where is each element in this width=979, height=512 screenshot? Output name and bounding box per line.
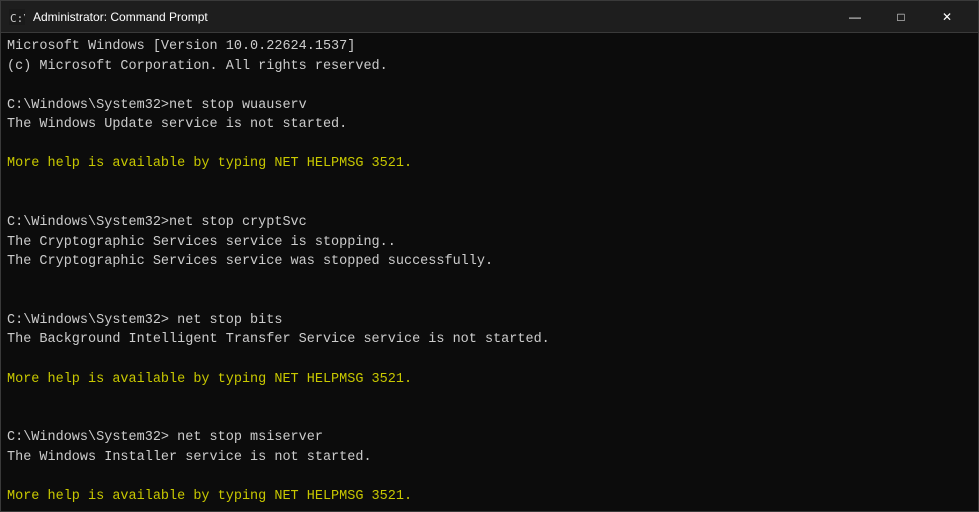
terminal-line: The Cryptographic Services service is st… (7, 233, 972, 253)
terminal-line: The Background Intelligent Transfer Serv… (7, 330, 972, 350)
close-button[interactable]: ✕ (924, 1, 970, 33)
empty-line (7, 272, 972, 292)
empty-line (7, 135, 972, 155)
terminal-line: More help is available by typing NET HEL… (7, 370, 972, 390)
empty-line (7, 409, 972, 429)
window-controls: — □ ✕ (832, 1, 970, 33)
terminal-line: The Windows Installer service is not sta… (7, 448, 972, 468)
terminal-line: C:\Windows\System32>net stop wuauserv (7, 96, 972, 116)
maximize-button[interactable]: □ (878, 1, 924, 33)
minimize-button[interactable]: — (832, 1, 878, 33)
terminal-body[interactable]: Microsoft Windows [Version 10.0.22624.15… (1, 33, 978, 511)
empty-line (7, 389, 972, 409)
svg-text:C:\: C:\ (10, 12, 25, 25)
title-bar: C:\ Administrator: Command Prompt — □ ✕ (1, 1, 978, 33)
terminal-line: The Cryptographic Services service was s… (7, 252, 972, 272)
terminal-line: More help is available by typing NET HEL… (7, 487, 972, 507)
empty-line (7, 291, 972, 311)
terminal-line: C:\Windows\System32> net stop bits (7, 311, 972, 331)
cmd-window: C:\ Administrator: Command Prompt — □ ✕ … (0, 0, 979, 512)
empty-line (7, 350, 972, 370)
empty-line (7, 507, 972, 512)
terminal-line: The Windows Update service is not starte… (7, 115, 972, 135)
empty-line (7, 76, 972, 96)
empty-line (7, 194, 972, 214)
terminal-line: Microsoft Windows [Version 10.0.22624.15… (7, 37, 972, 57)
terminal-line: More help is available by typing NET HEL… (7, 154, 972, 174)
terminal-line: (c) Microsoft Corporation. All rights re… (7, 57, 972, 77)
empty-line (7, 174, 972, 194)
empty-line (7, 467, 972, 487)
window-title: Administrator: Command Prompt (33, 10, 832, 24)
terminal-line: C:\Windows\System32> net stop msiserver (7, 428, 972, 448)
terminal-line: C:\Windows\System32>net stop cryptSvc (7, 213, 972, 233)
cmd-icon: C:\ (9, 9, 25, 25)
